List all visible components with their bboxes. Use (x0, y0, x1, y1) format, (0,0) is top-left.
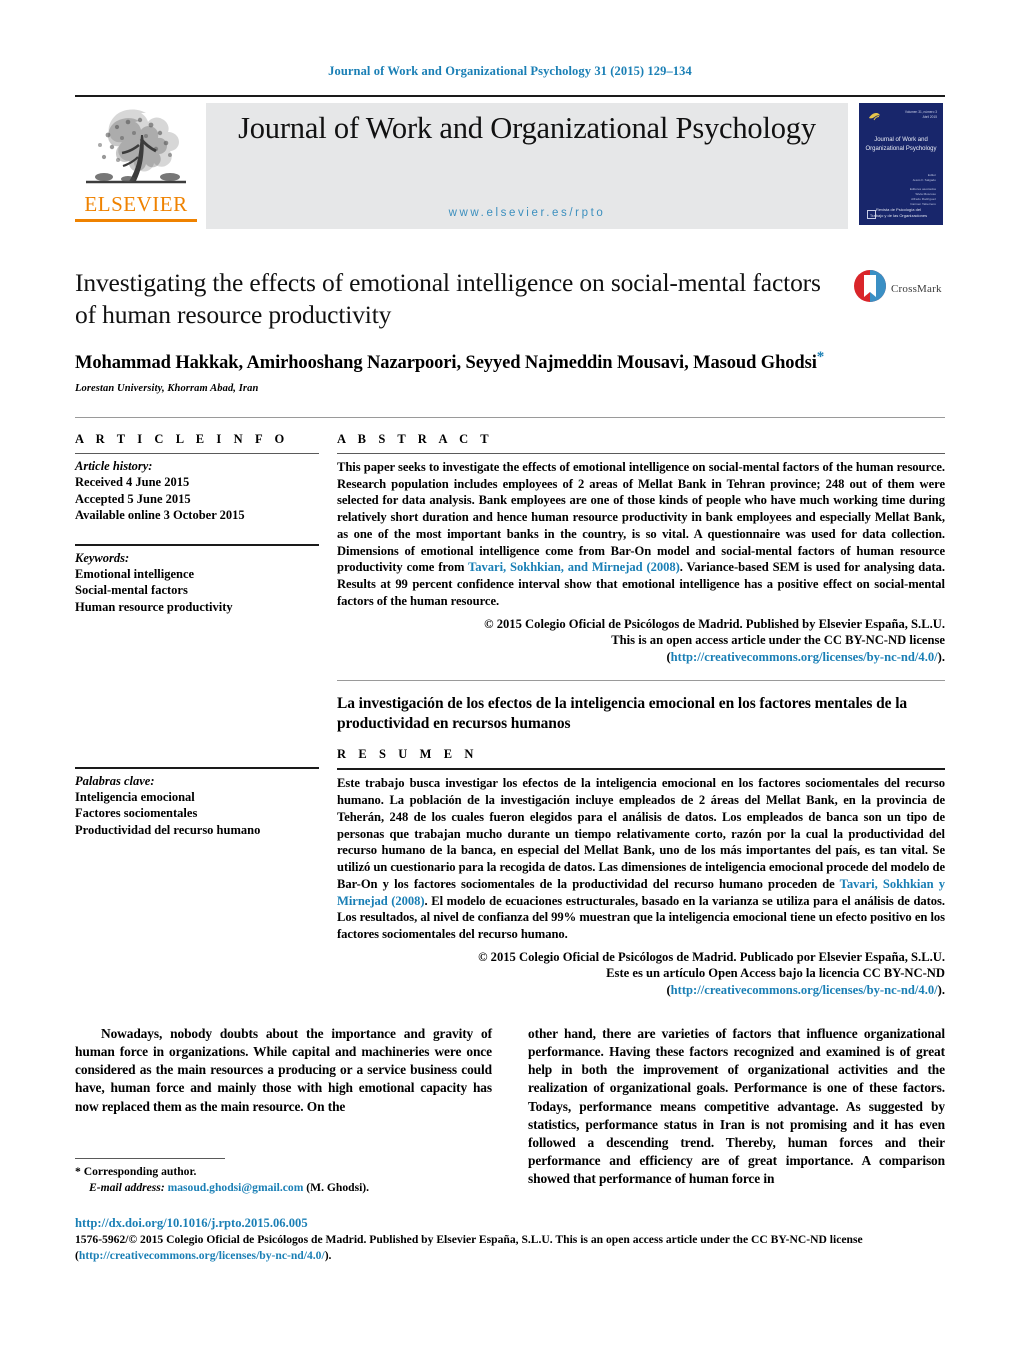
issn-copyright: 1576-5962/© 2015 Colegio Oficial de Psic… (75, 1233, 863, 1246)
copyright-line: © 2015 Colegio Oficial de Psicólogos de … (478, 949, 945, 964)
colegio-logo-icon (869, 113, 880, 121)
palabra-item: Inteligencia emocional (75, 789, 195, 804)
elsevier-logo: ELSEVIER (75, 103, 197, 229)
copyright-line: © 2015 Colegio Oficial de Psicólogos de … (484, 616, 945, 631)
corresponding-author-note: * Corresponding author. (75, 1164, 495, 1180)
keyword-item: Human resource productivity (75, 600, 233, 615)
page-title: Investigating the effects of emotional i… (75, 268, 821, 330)
elsevier-tree-icon (84, 105, 188, 191)
footnote-divider (75, 1158, 225, 1159)
body-paragraph: Nowadays, nobody doubts about the import… (75, 1025, 492, 1114)
abstract-citation-link[interactable]: Tavari, Sokhkian, and Mirnejad (2008) (468, 560, 680, 574)
crossmark-label: CrossMark (891, 282, 942, 295)
paren-close: ). (324, 1249, 332, 1263)
elsevier-orange-rule (75, 219, 197, 222)
license-url-link[interactable]: http://creativecommons.org/licenses/by-n… (671, 983, 938, 997)
article-page: Journal of Work and Organizational Psych… (0, 0, 1020, 1351)
resumen-part-1: Este trabajo busca investigar los efecto… (337, 776, 945, 891)
author-list: Mohammad Hakkak, Amirhooshang Nazarpoori… (75, 349, 837, 374)
license-url-line: (http://creativecommons.org/licenses/by-… (337, 649, 945, 666)
info-abstract-grid: A R T I C L E I N F O Article history: R… (75, 416, 945, 999)
email-link[interactable]: masoud.ghodsi@gmail.com (168, 1181, 304, 1194)
keyword-item: Social-mental factors (75, 583, 188, 598)
divider (337, 768, 945, 771)
resumen-text: Este trabajo busca investigar los efecto… (337, 775, 945, 942)
crossmark-badge[interactable]: CrossMark (853, 267, 945, 308)
abstract-part-1: This paper seeks to investigate the effe… (337, 459, 945, 575)
cover-volume-text: Volumen 31, número 3 Abril 2015 (904, 110, 937, 119)
divider (75, 766, 319, 769)
resumen-copyright: © 2015 Colegio Oficial de Psicólogos de … (337, 949, 945, 999)
history-item-received: Received 4 June 2015 (75, 474, 190, 489)
email-note: E-mail address: masoud.ghodsi@gmail.com … (75, 1180, 495, 1196)
history-item-online: Available online 3 October 2015 (75, 508, 245, 523)
license-url-line: (http://creativecommons.org/licenses/by-… (337, 982, 945, 999)
doi-link[interactable]: http://dx.doi.org/10.1016/j.rpto.2015.06… (75, 1216, 945, 1231)
license-url-link[interactable]: http://creativecommons.org/licenses/by-n… (79, 1249, 325, 1262)
journal-cover-thumbnail: Volumen 31, número 3 Abril 2015 Journal o… (857, 103, 945, 229)
author-names: Mohammad Hakkak, Amirhooshang Nazarpoori… (75, 352, 817, 373)
divider (75, 543, 319, 546)
history-item-accepted: Accepted 5 June 2015 (75, 491, 191, 506)
abstract-copyright: © 2015 Colegio Oficial de Psicólogos de … (337, 616, 945, 666)
abstract-column: A B S T R A C T This paper seeks to inve… (337, 432, 945, 999)
article-info-heading: A R T I C L E I N F O (75, 431, 289, 446)
journal-title-band: Journal of Work and Organizational Psych… (206, 103, 848, 229)
divider (337, 679, 945, 681)
bottom-license-block: http://dx.doi.org/10.1016/j.rpto.2015.06… (75, 1216, 945, 1264)
email-owner: (M. Ghodsi). (306, 1180, 370, 1194)
cover-title: Journal of Work and Organizational Psycho… (865, 137, 937, 152)
keywords-en: Keywords: Emotional intelligence Social-… (75, 551, 319, 616)
crossmark-icon (853, 269, 887, 308)
abstract-text: This paper seeks to investigate the effe… (337, 459, 945, 610)
elsevier-wordmark: ELSEVIER (84, 192, 188, 216)
cover-image: Volumen 31, número 3 Abril 2015 Journal o… (859, 103, 943, 225)
divider (337, 452, 945, 454)
article-history: Article history: Received 4 June 2015 Ac… (75, 459, 319, 524)
paren-close: ). (937, 983, 945, 998)
license-line: Este es un artículo Open Access bajo la … (606, 966, 945, 981)
paren-close: ). (937, 649, 945, 664)
keywords-es: Palabras clave: Inteligencia emocional F… (75, 774, 319, 839)
footnote-block: * Corresponding author. E-mail address: … (75, 1158, 495, 1196)
corresponding-author-marker: * (816, 348, 825, 365)
issn-license-text: 1576-5962/© 2015 Colegio Oficial de Psic… (75, 1232, 945, 1264)
corresponding-author-text: Corresponding author. (83, 1165, 197, 1178)
cover-footer: Revista de Psicología del Trabajo y de la… (869, 207, 928, 218)
cover-editors: Editor Jesús F. Salgado Editores asociados… (909, 173, 936, 206)
journal-title: Journal of Work and Organizational Psych… (238, 111, 816, 145)
keyword-item: Emotional intelligence (75, 566, 195, 581)
license-url-link[interactable]: http://creativecommons.org/licenses/by-n… (671, 650, 938, 664)
email-label: E-mail address: (89, 1180, 165, 1194)
footnote-star: * (75, 1165, 81, 1178)
keywords-label: Keywords: (75, 550, 130, 565)
body-column-right: other hand, there are varieties of facto… (528, 1025, 945, 1188)
journal-masthead: ELSEVIER Journal of Work and Organizatio… (75, 95, 945, 229)
article-info-column: A R T I C L E I N F O Article history: R… (75, 432, 337, 999)
palabra-item: Factores sociomentales (75, 806, 198, 821)
abstract-heading: A B S T R A C T (337, 431, 494, 446)
affiliation: Lorestan University, Khorram Abad, Iran (75, 382, 259, 394)
article-title-block: Investigating the effects of emotional i… (75, 267, 945, 394)
body-paragraph: other hand, there are varieties of facto… (528, 1025, 945, 1187)
palabra-item: Productividad del recurso humano (75, 822, 261, 837)
palabras-clave-label: Palabras clave: (75, 773, 155, 788)
journal-url[interactable]: www.elsevier.es/rpto (449, 207, 606, 219)
spanish-title: La investigación de los efectos de la in… (337, 694, 908, 732)
resumen-heading: R E S U M E N (337, 747, 479, 762)
article-history-label: Article history: (75, 458, 153, 473)
divider (75, 452, 319, 454)
resumen-part-2: . El modelo de ecuaciones estructurales,… (337, 893, 945, 941)
running-head: Journal of Work and Organizational Psych… (328, 64, 692, 78)
license-line: This is an open access article under the… (611, 633, 945, 648)
